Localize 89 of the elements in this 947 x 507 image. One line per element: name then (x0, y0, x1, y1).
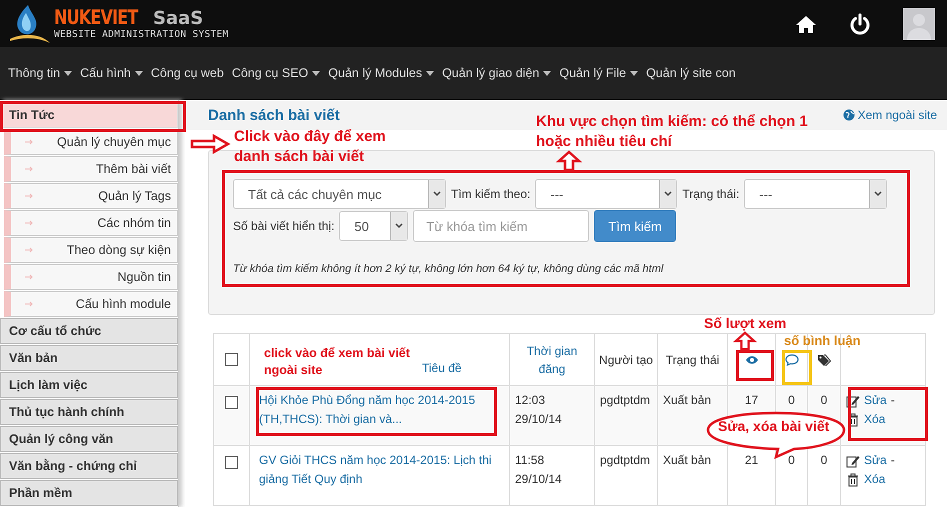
table-cell: pgdtptdm (600, 393, 650, 407)
table-cell: 0 (820, 393, 828, 407)
chevron-icon (433, 191, 441, 197)
view-site-link[interactable]: Xem ngoài site (842, 108, 937, 122)
arrow-icon (25, 301, 34, 307)
annotation-note: Khu vực chọn tìm kiếm: có thể chọn 1 hoặc nhiều tiêu chí (536, 112, 809, 152)
sidebar-group[interactable]: Lịch làm việc (0, 372, 178, 398)
category-select[interactable]: Tất cả các chuyên mục (233, 179, 446, 209)
arrow-icon (25, 247, 34, 253)
caret-icon (64, 70, 72, 76)
sidebar-group[interactable]: Phần mềm (0, 480, 178, 506)
nav-menu-item[interactable]: Công cụ web (150, 66, 224, 80)
row-checkbox[interactable] (225, 396, 238, 409)
caret-icon (543, 70, 552, 76)
table-cell-text: 11:58 (515, 452, 546, 469)
chevron-icon (395, 223, 404, 229)
trash-icon[interactable] (846, 472, 860, 487)
nav-menu-item[interactable]: Quản lý Modules (328, 66, 434, 80)
annotation-note: Click vào đây để xem danh sách bài viết (234, 127, 387, 168)
speech-bubble-icon (784, 354, 798, 366)
per-page-select[interactable]: 50 (339, 211, 408, 241)
chevron-icon (664, 191, 672, 197)
table-cell: 17 (744, 393, 758, 407)
search-by-select[interactable]: --- (535, 179, 678, 209)
sidebar-group[interactable]: Văn bản (0, 345, 178, 371)
annotation-note: click vào để xem bài viết ngoài site (264, 345, 411, 379)
table-cell: pgdtptdm (600, 453, 650, 467)
caret-icon (312, 70, 320, 76)
tags-icon (817, 354, 831, 366)
sidebar-item[interactable]: Quản lý Tags (4, 183, 178, 209)
nav-menu-item[interactable]: Quản lý site con (646, 66, 736, 80)
annotation-note: Số lượt xem (704, 314, 788, 333)
sidebar-group[interactable]: Quản lý công văn (0, 426, 178, 452)
sidebar-item[interactable]: Cấu hình module (4, 291, 178, 317)
table-cell: Xuất bản (663, 393, 712, 407)
row-checkbox[interactable] (225, 456, 238, 469)
field-label: Số bài viết hiển thị: (233, 219, 334, 233)
separator-text: - (890, 392, 895, 409)
arrow-icon (25, 139, 34, 145)
table-cell-text: 12:03 (515, 392, 546, 409)
select-all-checkbox[interactable] (225, 353, 238, 366)
arrow-icon (25, 274, 34, 280)
keyword-field[interactable]: Từ khóa tìm kiếm (413, 210, 590, 242)
sidebar-item[interactable]: Nguồn tin (4, 264, 178, 290)
delete-link[interactable]: Xóa (864, 410, 886, 430)
sidebar-group[interactable]: Văn bằng - chứng chỉ (0, 453, 178, 479)
status-select[interactable]: --- (744, 179, 888, 209)
sidebar-item[interactable]: Các nhóm tin (4, 210, 178, 236)
sidebar-group[interactable]: Cơ cấu tổ chức (0, 318, 178, 344)
sidebar-group[interactable]: Tin Tức (0, 102, 178, 128)
chevron-icon (874, 191, 882, 197)
annotation-note: số bình luận (784, 332, 862, 350)
separator-text: - (890, 452, 895, 469)
search-button[interactable]: Tìm kiếm (594, 210, 676, 242)
nav-menu-item[interactable]: Quản lý giao diện (442, 66, 552, 80)
arrow-icon (25, 166, 34, 172)
delete-link[interactable]: Xóa (864, 470, 886, 490)
sidebar-group[interactable]: Thủ tục hành chính (0, 399, 178, 425)
caret-icon (426, 70, 434, 76)
arrow-icon (25, 193, 34, 199)
field-label: Tìm kiếm theo: (451, 187, 530, 201)
table-cell-text: 29/10/14 (515, 471, 563, 488)
dropdown-button[interactable] (428, 180, 445, 208)
nav-menu-item[interactable]: Cấu hình (80, 66, 143, 80)
arrow-icon (25, 220, 34, 226)
edit-link[interactable]: Sửa (864, 391, 887, 410)
column-header: Người tạo (599, 352, 653, 368)
table-cell-text: 29/10/14 (515, 411, 563, 428)
nav-menu-item[interactable]: Công cụ SEO (232, 66, 320, 80)
field-label: Trạng thái: (682, 187, 740, 201)
edit-icon[interactable] (846, 454, 860, 468)
edit-link[interactable]: Sửa (864, 451, 887, 470)
nav-menu-item[interactable]: Thông tin (8, 66, 72, 80)
table-cell: 0 (788, 393, 795, 407)
sidebar-item[interactable]: Thêm bài viết (4, 156, 178, 182)
nav-menu-item[interactable]: Quản lý File (559, 66, 638, 80)
sidebar-item[interactable]: Theo dòng sự kiện (4, 237, 178, 263)
dropdown-button[interactable] (390, 212, 408, 240)
power-icon[interactable] (849, 12, 871, 34)
caret-icon (134, 70, 143, 76)
column-header: Trạng thái (666, 352, 720, 368)
dropdown-button[interactable] (659, 180, 676, 208)
dropdown-button[interactable] (869, 180, 886, 208)
page-title: Danh sách bài viết (208, 106, 340, 124)
caret-icon (630, 70, 638, 76)
column-header[interactable]: Tiêu đề (422, 358, 462, 376)
hint-text: Từ khóa tìm kiếm không ít hơn 2 ký tự, không lớn hơn 64 ký tự, không dùng các mã html (233, 263, 664, 275)
eye-icon (744, 354, 758, 366)
edit-icon[interactable] (846, 394, 860, 408)
